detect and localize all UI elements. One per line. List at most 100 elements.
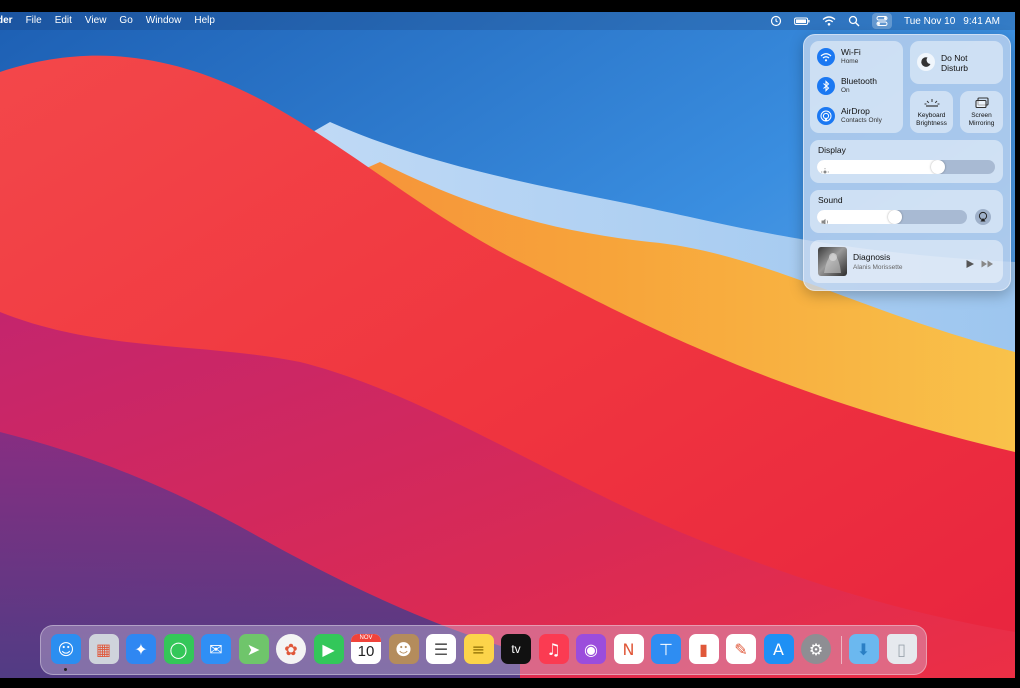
numbers-glyph: ▮ xyxy=(699,639,708,659)
dock-finder-icon[interactable]: ☺ xyxy=(51,634,81,664)
keyboard-brightness-icon xyxy=(923,96,941,110)
app-store-glyph: A xyxy=(773,639,784,659)
trash-glyph: ▯ xyxy=(897,639,906,659)
sound-slider-knob[interactable] xyxy=(888,210,902,224)
tv-glyph: tv xyxy=(511,642,521,656)
track-title: Diagnosis xyxy=(853,252,891,262)
running-indicator xyxy=(64,668,67,671)
keyboard-brightness-tile[interactable]: Keyboard Brightness xyxy=(910,91,953,133)
dock-news-icon[interactable]: N xyxy=(613,634,644,664)
sound-tile: Sound xyxy=(810,190,1003,233)
screen-time-icon[interactable] xyxy=(770,15,782,27)
control-center-panel: Wi-Fi Home Bluetooth On AirDrop Contacts… xyxy=(803,34,1011,291)
moon-icon xyxy=(917,53,935,71)
wifi-icon[interactable] xyxy=(822,15,836,27)
display-brightness-slider[interactable] xyxy=(817,160,995,174)
dock-facetime-icon[interactable]: ▶ xyxy=(313,634,344,664)
dock-reminders-icon[interactable]: ☰ xyxy=(426,634,456,664)
keynote-glyph: ⊤ xyxy=(659,639,673,659)
menu-app-name[interactable]: der xyxy=(0,12,13,30)
display-slider-fill xyxy=(817,160,938,174)
mail-glyph: ✉ xyxy=(209,639,223,659)
calendar-month: NOV xyxy=(351,634,381,642)
launchpad-glyph: ▦ xyxy=(95,639,112,659)
dock-podcasts-icon[interactable]: ◉ xyxy=(576,634,606,664)
notes-glyph: ≡ xyxy=(471,639,486,659)
wifi-icon xyxy=(817,48,835,66)
photos-glyph: ✿ xyxy=(284,639,298,659)
finder-glyph: ☺ xyxy=(57,639,75,659)
menu-go[interactable]: Go xyxy=(119,12,132,30)
now-playing-tile[interactable]: Diagnosis Alanis Morissette xyxy=(810,240,1003,283)
keyboard-label-1: Keyboard xyxy=(917,112,946,119)
bluetooth-subtitle: On xyxy=(841,87,850,94)
menu-help[interactable]: Help xyxy=(194,12,215,30)
wifi-toggle[interactable]: Wi-Fi Home xyxy=(810,41,903,71)
dock-safari-icon[interactable]: ✦ xyxy=(126,634,156,664)
airdrop-icon xyxy=(817,107,835,125)
display-title: Display xyxy=(818,145,846,155)
dock-keynote-icon[interactable]: ⊤ xyxy=(651,634,681,664)
wifi-subtitle: Home xyxy=(841,58,859,65)
safari-glyph: ✦ xyxy=(134,639,148,659)
keyboard-label-2: Brightness xyxy=(916,120,947,127)
menu-date[interactable]: Tue Nov 10 xyxy=(904,16,955,27)
pages-glyph: ✎ xyxy=(734,639,748,659)
dock-maps-icon[interactable]: ➤ xyxy=(238,634,269,664)
dock-downloads-folder-icon[interactable]: ⬇ xyxy=(848,634,879,664)
control-center-icon[interactable] xyxy=(871,13,892,29)
news-glyph: N xyxy=(622,639,635,659)
menu-view[interactable]: View xyxy=(85,12,107,30)
dock-numbers-icon[interactable]: ▮ xyxy=(688,634,719,664)
podcasts-glyph: ◉ xyxy=(584,639,598,659)
dock-divider xyxy=(840,636,842,664)
menu-time[interactable]: 9:41 AM xyxy=(963,16,1000,27)
sound-volume-slider[interactable] xyxy=(817,210,967,224)
system-preferences-glyph: ⚙ xyxy=(808,639,824,659)
menu-edit[interactable]: Edit xyxy=(55,12,72,30)
dock-notes-icon[interactable]: ≡ xyxy=(463,634,494,664)
airdrop-title: AirDrop xyxy=(841,106,870,116)
display-tile: Display xyxy=(810,140,1003,183)
display-slider-knob[interactable] xyxy=(931,160,945,174)
dock-system-preferences-icon[interactable]: ⚙ xyxy=(801,634,831,664)
fast-forward-icon[interactable] xyxy=(981,256,994,268)
spotlight-search-icon[interactable] xyxy=(848,15,860,27)
connectivity-tile: Wi-Fi Home Bluetooth On AirDrop Contacts… xyxy=(810,41,903,133)
screen-mirroring-tile[interactable]: Screen Mirroring xyxy=(960,91,1003,133)
dock-music-icon[interactable]: ♫ xyxy=(538,634,569,664)
calendar-day: 10 xyxy=(357,643,375,660)
music-glyph: ♫ xyxy=(546,639,561,659)
maps-glyph: ➤ xyxy=(246,639,261,659)
airdrop-subtitle: Contacts Only xyxy=(841,117,882,124)
menu-window[interactable]: Window xyxy=(146,12,182,30)
airplay-audio-icon[interactable] xyxy=(975,209,991,225)
dock-calendar-icon[interactable]: NOV 10 xyxy=(351,634,381,664)
dock-mail-icon[interactable]: ✉ xyxy=(201,634,231,664)
dock-pages-icon[interactable]: ✎ xyxy=(726,634,756,664)
contacts-glyph: ☻ xyxy=(395,639,412,659)
dock-app-store-icon[interactable]: A xyxy=(763,634,794,664)
messages-glyph: ◯ xyxy=(169,639,188,659)
facetime-glyph: ▶ xyxy=(322,639,335,659)
dock-tv-icon[interactable]: tv xyxy=(501,634,531,664)
dock-photos-icon[interactable]: ✿ xyxy=(276,634,306,664)
bluetooth-toggle[interactable]: Bluetooth On xyxy=(810,71,903,101)
dock-launchpad-icon[interactable]: ▦ xyxy=(88,634,119,664)
mirroring-label-2: Mirroring xyxy=(968,120,995,127)
play-icon[interactable] xyxy=(965,256,975,268)
dock-messages-icon[interactable]: ◯ xyxy=(163,634,194,664)
battery-icon[interactable] xyxy=(794,15,810,27)
bluetooth-title: Bluetooth xyxy=(841,76,877,86)
screen-mirroring-icon xyxy=(973,96,991,110)
album-art xyxy=(818,247,847,276)
dock-contacts-icon[interactable]: ☻ xyxy=(388,634,419,664)
dock-trash-icon[interactable]: ▯ xyxy=(886,634,917,664)
menu-file[interactable]: File xyxy=(26,12,42,30)
track-artist: Alanis Morissette xyxy=(853,264,903,271)
menu-bar: der File Edit View Go Window Help Tue No… xyxy=(0,12,1015,30)
sound-title: Sound xyxy=(818,195,843,205)
mirroring-label-1: Screen xyxy=(971,112,992,119)
do-not-disturb-tile[interactable]: Do Not Disturb xyxy=(910,41,1003,84)
airdrop-toggle[interactable]: AirDrop Contacts Only xyxy=(810,101,903,131)
